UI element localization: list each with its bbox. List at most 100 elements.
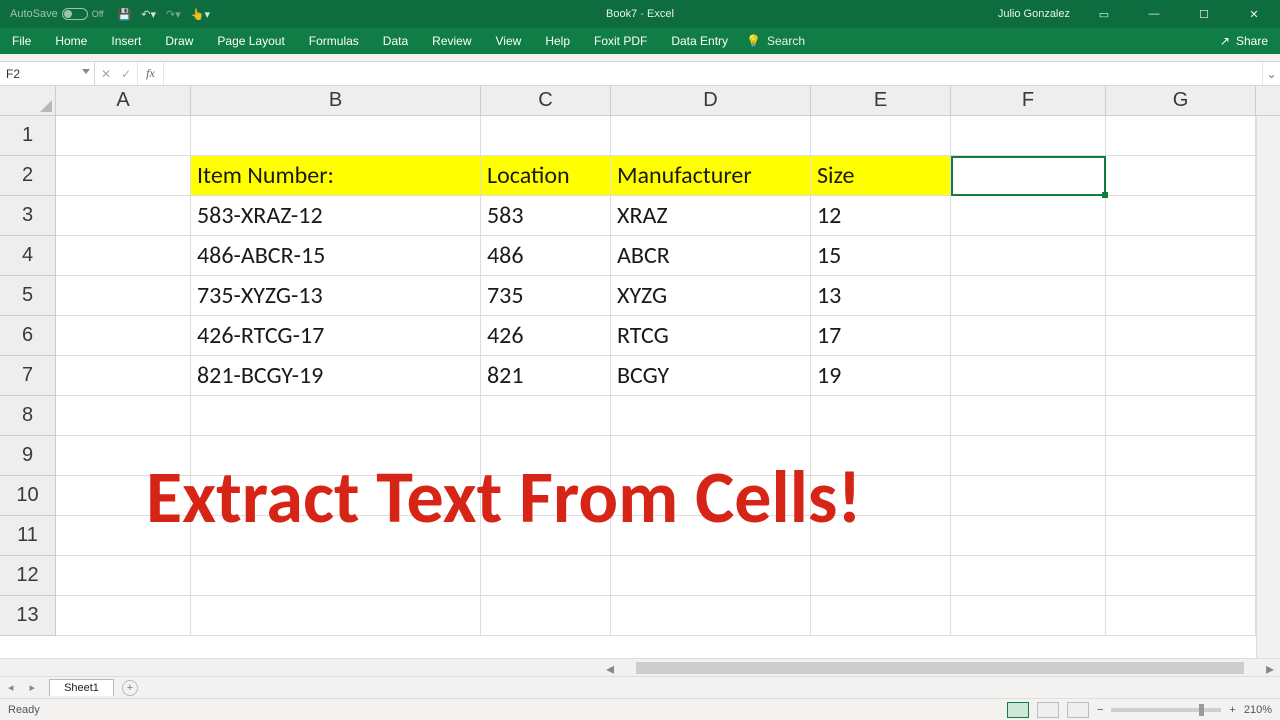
cell-F13[interactable] bbox=[951, 596, 1106, 636]
cell-E11[interactable] bbox=[811, 516, 951, 556]
column-header-F[interactable]: F bbox=[951, 86, 1106, 116]
cell-D1[interactable] bbox=[611, 116, 811, 156]
ribbon-options-icon[interactable]: ▭ bbox=[1082, 0, 1126, 28]
column-header-C[interactable]: C bbox=[481, 86, 611, 116]
tab-formulas[interactable]: Formulas bbox=[297, 28, 371, 54]
share-button[interactable]: ↗Share bbox=[1220, 34, 1280, 48]
cell-E1[interactable] bbox=[811, 116, 951, 156]
cell-G2[interactable] bbox=[1106, 156, 1256, 196]
cell-C4[interactable]: 486 bbox=[481, 236, 611, 276]
cell-G4[interactable] bbox=[1106, 236, 1256, 276]
row-header-6[interactable]: 6 bbox=[0, 316, 56, 356]
cell-E13[interactable] bbox=[811, 596, 951, 636]
enter-formula-icon[interactable]: ✓ bbox=[121, 67, 131, 81]
cell-C5[interactable]: 735 bbox=[481, 276, 611, 316]
cell-B1[interactable] bbox=[191, 116, 481, 156]
cell-G7[interactable] bbox=[1106, 356, 1256, 396]
row-header-10[interactable]: 10 bbox=[0, 476, 56, 516]
zoom-out-button[interactable]: − bbox=[1097, 704, 1103, 716]
cell-G11[interactable] bbox=[1106, 516, 1256, 556]
formula-input[interactable] bbox=[164, 62, 1262, 85]
select-all-button[interactable] bbox=[0, 86, 56, 116]
cell-D10[interactable] bbox=[611, 476, 811, 516]
cell-A7[interactable] bbox=[56, 356, 191, 396]
cell-D4[interactable]: ABCR bbox=[611, 236, 811, 276]
cell-A8[interactable] bbox=[56, 396, 191, 436]
expand-formula-bar-icon[interactable]: ⌄ bbox=[1262, 62, 1280, 85]
row-header-1[interactable]: 1 bbox=[0, 116, 56, 156]
user-name[interactable]: Julio Gonzalez bbox=[998, 8, 1070, 20]
sheet-nav-next-icon[interactable]: ▸ bbox=[22, 681, 44, 694]
tab-data-entry[interactable]: Data Entry bbox=[659, 28, 740, 54]
tab-review[interactable]: Review bbox=[420, 28, 483, 54]
cell-D12[interactable] bbox=[611, 556, 811, 596]
cancel-formula-icon[interactable]: ✕ bbox=[101, 67, 111, 81]
cell-F7[interactable] bbox=[951, 356, 1106, 396]
cell-C1[interactable] bbox=[481, 116, 611, 156]
cell-A11[interactable] bbox=[56, 516, 191, 556]
cell-F1[interactable] bbox=[951, 116, 1106, 156]
cell-B6[interactable]: 426-RTCG-17 bbox=[191, 316, 481, 356]
column-header-D[interactable]: D bbox=[611, 86, 811, 116]
cell-G3[interactable] bbox=[1106, 196, 1256, 236]
cell-F3[interactable] bbox=[951, 196, 1106, 236]
cell-B13[interactable] bbox=[191, 596, 481, 636]
add-sheet-button[interactable]: + bbox=[122, 680, 138, 696]
row-header-4[interactable]: 4 bbox=[0, 236, 56, 276]
zoom-slider[interactable] bbox=[1111, 708, 1221, 712]
row-header-13[interactable]: 13 bbox=[0, 596, 56, 636]
minimize-button[interactable]: — bbox=[1132, 0, 1176, 28]
cell-F12[interactable] bbox=[951, 556, 1106, 596]
cell-E2[interactable]: Size bbox=[811, 156, 951, 196]
cell-E3[interactable]: 12 bbox=[811, 196, 951, 236]
cell-B10[interactable] bbox=[191, 476, 481, 516]
cell-D11[interactable] bbox=[611, 516, 811, 556]
cell-B12[interactable] bbox=[191, 556, 481, 596]
view-page-layout-button[interactable] bbox=[1037, 702, 1059, 718]
cell-C6[interactable]: 426 bbox=[481, 316, 611, 356]
column-header-G[interactable]: G bbox=[1106, 86, 1256, 116]
cell-A9[interactable] bbox=[56, 436, 191, 476]
sheet-nav-prev-icon[interactable]: ◂ bbox=[0, 681, 22, 694]
cell-G9[interactable] bbox=[1106, 436, 1256, 476]
cell-G10[interactable] bbox=[1106, 476, 1256, 516]
fx-icon[interactable]: fx bbox=[138, 62, 164, 85]
cell-F8[interactable] bbox=[951, 396, 1106, 436]
tab-page-layout[interactable]: Page Layout bbox=[205, 28, 296, 54]
cell-A4[interactable] bbox=[56, 236, 191, 276]
cell-A3[interactable] bbox=[56, 196, 191, 236]
cell-B3[interactable]: 583-XRAZ-12 bbox=[191, 196, 481, 236]
autosave-toggle[interactable]: AutoSave Off bbox=[10, 8, 104, 20]
cell-F2[interactable] bbox=[951, 156, 1106, 196]
save-icon[interactable]: 💾 bbox=[118, 8, 132, 21]
cell-F10[interactable] bbox=[951, 476, 1106, 516]
cell-B5[interactable]: 735-XYZG-13 bbox=[191, 276, 481, 316]
cell-D3[interactable]: XRAZ bbox=[611, 196, 811, 236]
cell-B7[interactable]: 821-BCGY-19 bbox=[191, 356, 481, 396]
cell-C9[interactable] bbox=[481, 436, 611, 476]
cell-G13[interactable] bbox=[1106, 596, 1256, 636]
row-header-5[interactable]: 5 bbox=[0, 276, 56, 316]
cell-G12[interactable] bbox=[1106, 556, 1256, 596]
tab-help[interactable]: Help bbox=[533, 28, 582, 54]
tab-file[interactable]: File bbox=[0, 28, 43, 54]
cell-F5[interactable] bbox=[951, 276, 1106, 316]
touch-mode-icon[interactable]: 👆▾ bbox=[191, 8, 210, 21]
cell-A2[interactable] bbox=[56, 156, 191, 196]
cell-A1[interactable] bbox=[56, 116, 191, 156]
cell-E4[interactable]: 15 bbox=[811, 236, 951, 276]
redo-icon[interactable]: ↷▾ bbox=[166, 8, 181, 21]
tab-insert[interactable]: Insert bbox=[99, 28, 153, 54]
cell-E5[interactable]: 13 bbox=[811, 276, 951, 316]
view-normal-button[interactable] bbox=[1007, 702, 1029, 718]
cell-C2[interactable]: Location bbox=[481, 156, 611, 196]
tell-me-search[interactable]: 💡Search bbox=[746, 34, 805, 48]
cell-C10[interactable] bbox=[481, 476, 611, 516]
cell-D5[interactable]: XYZG bbox=[611, 276, 811, 316]
cell-C3[interactable]: 583 bbox=[481, 196, 611, 236]
cell-E7[interactable]: 19 bbox=[811, 356, 951, 396]
cell-A5[interactable] bbox=[56, 276, 191, 316]
cell-A13[interactable] bbox=[56, 596, 191, 636]
cell-C12[interactable] bbox=[481, 556, 611, 596]
cell-D6[interactable]: RTCG bbox=[611, 316, 811, 356]
